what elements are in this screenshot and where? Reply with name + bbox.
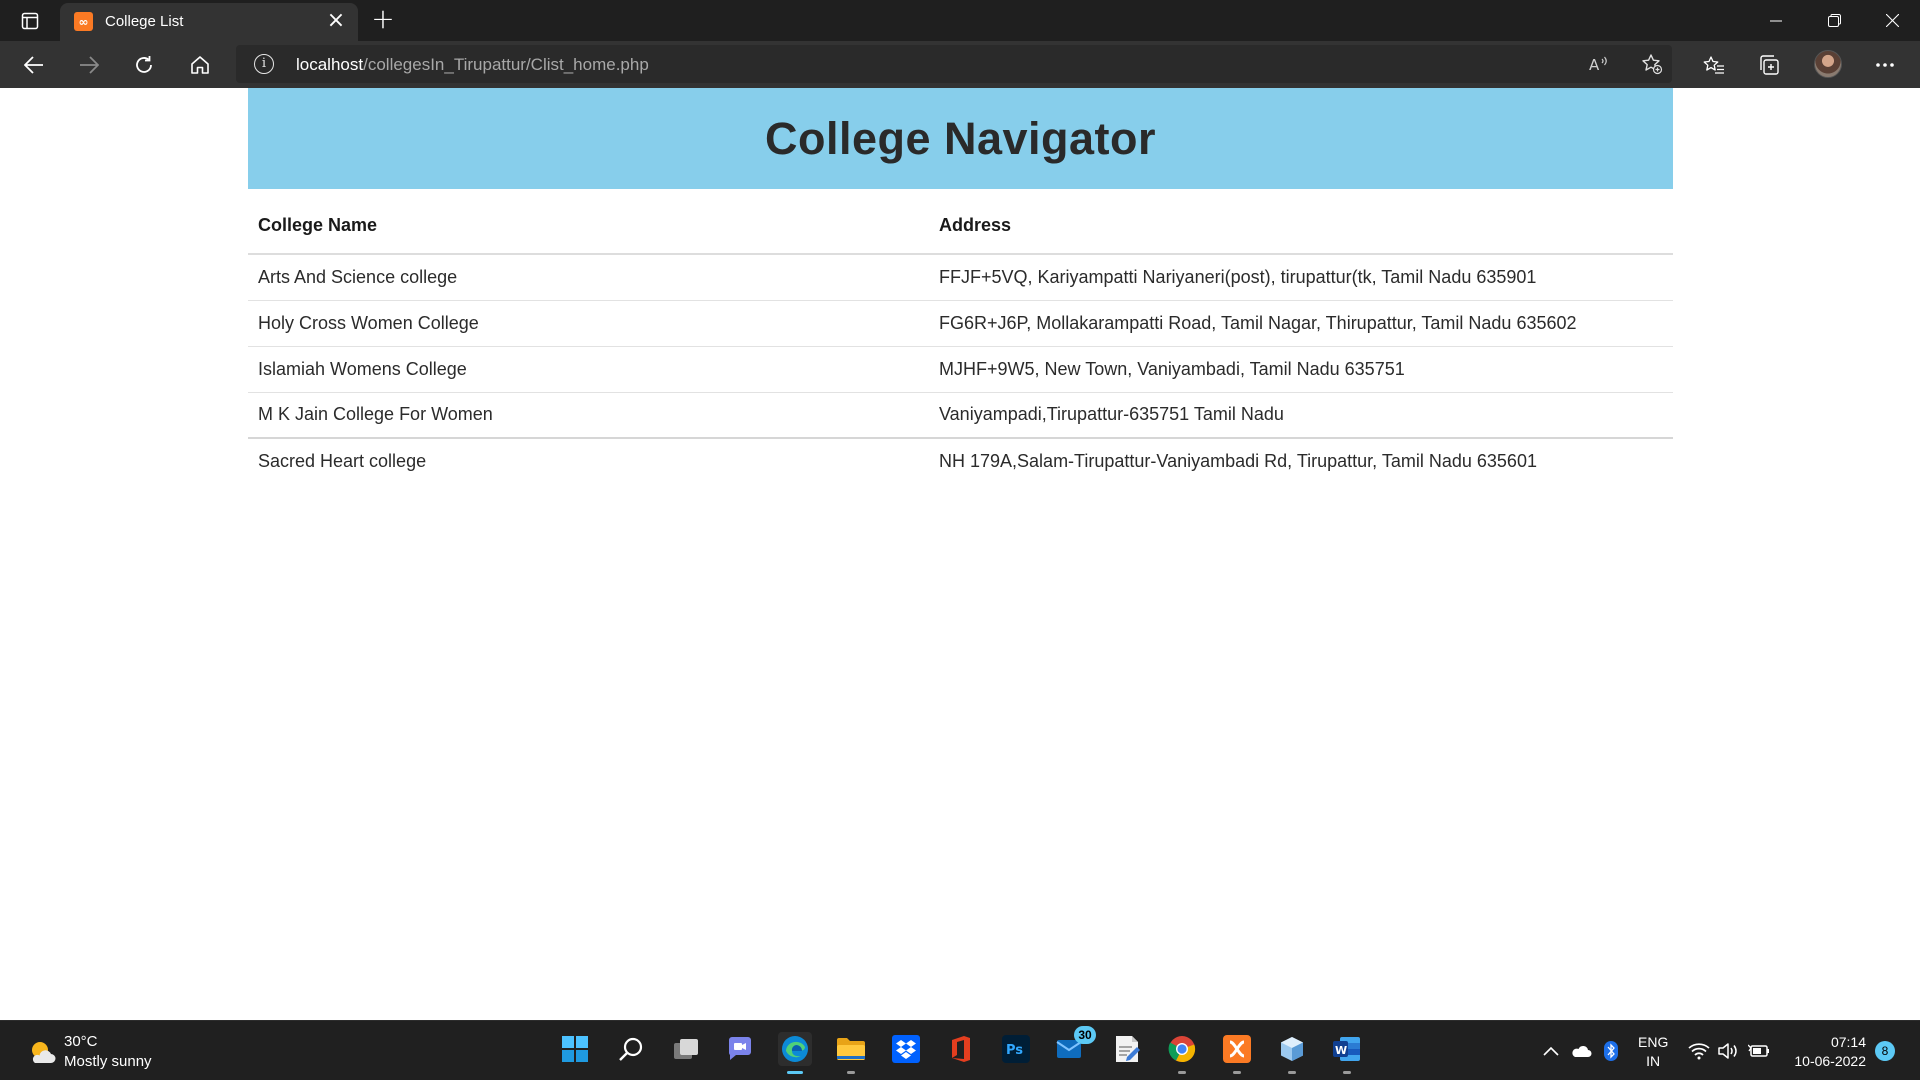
table-header-row: College Name Address [248, 189, 1673, 255]
search-icon[interactable] [614, 1032, 648, 1066]
column-header-address: Address [929, 189, 1673, 255]
page-content: College Navigator College Name Address A… [0, 88, 1920, 1020]
xampp-control-icon[interactable] [1220, 1032, 1254, 1074]
college-name-cell: Arts And Science college [248, 253, 929, 300]
chat-icon[interactable] [723, 1032, 757, 1066]
running-indicator [847, 1071, 855, 1074]
more-options-icon[interactable] [1868, 49, 1902, 81]
college-name-cell: Holy Cross Women College [248, 299, 929, 346]
table-row: M K Jain College For Women Vaniyampadi,T… [248, 391, 1673, 438]
read-aloud-icon[interactable]: A [1585, 51, 1613, 77]
edge-browser-icon[interactable] [778, 1032, 812, 1074]
tab-title: College List [105, 13, 184, 30]
table-row: Islamiah Womens College MJHF+9W5, New To… [248, 345, 1673, 392]
url-text[interactable]: localhost/collegesIn_Tirupattur/Clist_ho… [296, 55, 649, 75]
dropbox-icon[interactable] [889, 1032, 923, 1066]
clock-date: 10-06-2022 [1794, 1053, 1866, 1069]
region-code: IN [1646, 1053, 1661, 1069]
clock-time: 07:14 [1830, 1034, 1866, 1050]
chrome-icon[interactable] [1165, 1032, 1199, 1074]
college-table: College Name Address Arts And Science co… [248, 189, 1673, 484]
notification-count-badge[interactable]: 8 [1875, 1041, 1895, 1061]
add-favorite-icon[interactable] [1638, 51, 1666, 77]
table-row: Arts And Science college FFJF+5VQ, Kariy… [248, 253, 1673, 300]
volume-icon[interactable] [1717, 1041, 1739, 1061]
system-clock[interactable]: 07:14 10-06-2022 [1788, 1033, 1866, 1071]
battery-icon[interactable] [1748, 1041, 1770, 1061]
browser-toolbar: i localhost/collegesIn_Tirupattur/Clist_… [0, 41, 1920, 88]
address-bar[interactable]: i localhost/collegesIn_Tirupattur/Clist_… [236, 45, 1672, 83]
college-name-cell: M K Jain College For Women [248, 391, 929, 438]
refresh-button[interactable] [127, 49, 161, 81]
wifi-icon[interactable] [1688, 1041, 1710, 1061]
address-cell: FG6R+J6P, Mollakarampatti Road, Tamil Na… [929, 299, 1673, 346]
svg-text:A: A [1589, 56, 1600, 73]
minimize-button[interactable] [1747, 0, 1805, 41]
bluetooth-icon[interactable] [1600, 1041, 1622, 1061]
onedrive-cloud-icon[interactable] [1570, 1041, 1592, 1061]
back-button[interactable] [17, 49, 51, 81]
weather-description: Mostly sunny [64, 1053, 152, 1070]
office-icon[interactable] [944, 1032, 978, 1066]
home-button[interactable] [183, 49, 217, 81]
college-name-cell: Sacred Heart college [248, 437, 929, 484]
page-title: College Navigator [764, 112, 1157, 164]
running-indicator [1288, 1071, 1296, 1074]
site-info-icon[interactable]: i [254, 54, 274, 74]
profile-avatar[interactable] [1814, 50, 1842, 78]
virtual-machine-icon[interactable] [1275, 1032, 1309, 1074]
photoshop-icon[interactable]: Ps [999, 1032, 1033, 1066]
script-editor-icon[interactable] [1110, 1032, 1144, 1066]
page-header: College Navigator [248, 88, 1673, 189]
weather-temperature: 30°C [64, 1033, 98, 1050]
weather-sun-cloud-icon[interactable] [27, 1037, 57, 1067]
close-tab-icon[interactable]: × [324, 10, 348, 34]
mail-icon[interactable]: 30 [1054, 1026, 1096, 1066]
favorites-icon[interactable] [1697, 49, 1731, 81]
start-button[interactable] [558, 1032, 592, 1066]
tab-actions-icon[interactable] [16, 8, 44, 34]
table-row: Holy Cross Women College FG6R+J6P, Molla… [248, 299, 1673, 346]
xampp-icon: ∞ [74, 12, 93, 31]
table-row: Sacred Heart college NH 179A,Salam-Tirup… [248, 437, 1673, 484]
mail-badge: 30 [1074, 1026, 1096, 1044]
running-indicator [787, 1071, 803, 1074]
svg-text:W: W [1335, 1044, 1347, 1057]
address-cell: FFJF+5VQ, Kariyampatti Nariyaneri(post),… [929, 253, 1673, 300]
address-cell: NH 179A,Salam-Tirupattur-Vaniyambadi Rd,… [929, 437, 1673, 484]
language-code: ENG [1638, 1034, 1669, 1050]
file-explorer-icon[interactable] [834, 1032, 868, 1074]
chevron-up-icon[interactable] [1540, 1041, 1562, 1061]
browser-tab-bar: ∞ College List × + [0, 0, 1920, 41]
task-view-icon[interactable] [669, 1032, 703, 1066]
column-header-college-name: College Name [248, 189, 929, 255]
close-window-button[interactable] [1863, 0, 1920, 41]
svg-text:Ps: Ps [1006, 1043, 1023, 1058]
running-indicator [1233, 1071, 1241, 1074]
new-tab-button[interactable]: + [368, 5, 398, 35]
language-indicator[interactable]: ENG IN [1638, 1033, 1668, 1071]
url-path: /collegesIn_Tirupattur/Clist_home.php [363, 55, 649, 74]
address-cell: Vaniyampadi,Tirupattur-635751 Tamil Nadu [929, 391, 1673, 438]
url-host: localhost [296, 55, 364, 74]
taskbar: 30°C Mostly sunny Ps 30 W ENG IN 07:14 1… [0, 1020, 1920, 1080]
browser-tab-active[interactable]: ∞ College List × [60, 3, 358, 41]
address-cell: MJHF+9W5, New Town, Vaniyambadi, Tamil N… [929, 345, 1673, 392]
running-indicator [1178, 1071, 1186, 1074]
collections-icon[interactable] [1752, 49, 1786, 81]
restore-button[interactable] [1805, 0, 1863, 41]
running-indicator [1343, 1071, 1351, 1074]
forward-button[interactable] [72, 49, 106, 81]
word-icon[interactable]: W [1330, 1032, 1364, 1074]
college-name-cell: Islamiah Womens College [248, 345, 929, 392]
